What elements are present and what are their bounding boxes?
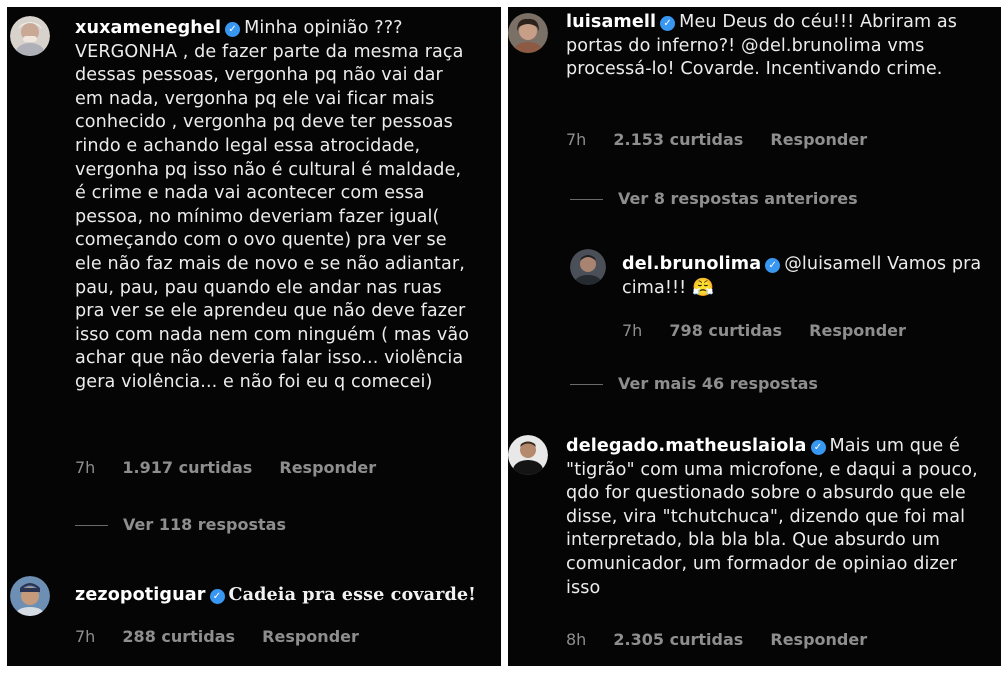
username[interactable]: zezopotiguar — [75, 585, 206, 605]
verified-badge-icon: ✓ — [660, 16, 676, 31]
left-screenshot-panel: xuxameneghel ✓ Minha opinião ??? VERGONHA … — [7, 7, 501, 666]
reply-button[interactable]: Responder — [770, 130, 867, 149]
reply-button[interactable]: Responder — [809, 321, 906, 340]
verified-badge-icon: ✓ — [765, 258, 781, 273]
verified-badge-icon: ✓ — [810, 440, 826, 455]
view-previous-replies-link[interactable]: Ver 8 respostas anteriores — [570, 189, 858, 208]
comment-xuxameneghel: xuxameneghel ✓ Minha opinião ??? VERGONHA … — [7, 7, 501, 497]
avatar[interactable] — [508, 13, 548, 53]
reply-button[interactable]: Responder — [262, 627, 359, 646]
username[interactable]: delegado.matheuslaiola — [566, 436, 807, 456]
avatar[interactable] — [570, 249, 606, 285]
likes-count[interactable]: 2.305 curtidas — [613, 630, 743, 649]
comment-zezopotiguar: zezopotiguar ✓ Cadeia pra esse covarde! 7h… — [7, 567, 501, 666]
verified-badge-icon: ✓ — [225, 22, 241, 37]
likes-count[interactable]: 798 curtidas — [669, 321, 782, 340]
view-replies-label[interactable]: Ver 118 respostas — [123, 515, 286, 534]
comment-text: Minha opinião ??? VERGONHA , de fazer pa… — [75, 18, 470, 392]
comment-time: 7h — [75, 627, 96, 646]
verified-badge-icon: ✓ — [209, 589, 225, 604]
thread-line — [570, 199, 603, 200]
likes-count[interactable]: 1.917 curtidas — [122, 458, 252, 477]
likes-count[interactable]: 2.153 curtidas — [613, 130, 743, 149]
likes-count[interactable]: 288 curtidas — [122, 627, 235, 646]
comment-delegado-matheuslaiola: delegado.matheuslaiola ✓ Mais um que é "ti… — [508, 427, 1001, 666]
username[interactable]: luisamell — [566, 12, 656, 32]
view-more-replies-label[interactable]: Ver mais 46 respostas — [618, 374, 818, 393]
view-replies-link[interactable]: Ver 118 respostas — [75, 515, 286, 534]
username[interactable]: del.brunolima — [622, 254, 761, 274]
view-previous-replies-label[interactable]: Ver 8 respostas anteriores — [618, 189, 858, 208]
avatar[interactable] — [10, 576, 50, 616]
thread-line — [75, 525, 108, 526]
comment-time: 7h — [622, 321, 643, 340]
avatar[interactable] — [508, 435, 548, 475]
comment-time: 7h — [566, 130, 587, 149]
reply-button[interactable]: Responder — [279, 458, 376, 477]
avatar[interactable] — [10, 16, 50, 56]
reply-button[interactable]: Responder — [770, 630, 867, 649]
username[interactable]: xuxameneghel — [75, 18, 221, 38]
thread-line — [570, 384, 603, 385]
comment-luisamell: luisamell ✓ Meu Deus do céu!!! Abriram as … — [508, 7, 1001, 167]
comment-time: 7h — [75, 458, 96, 477]
comment-text: Mais um que é "tigrão" com uma microfone… — [566, 436, 978, 598]
comment-time: 8h — [566, 630, 587, 649]
comment-del-brunolima: del.brunolima ✓ @luisamell Vamos pra cima!… — [508, 243, 1001, 353]
view-more-replies-link[interactable]: Ver mais 46 respostas — [570, 374, 818, 393]
comment-text: Cadeia pra esse covarde! — [228, 584, 476, 605]
right-screenshot-panel: luisamell ✓ Meu Deus do céu!!! Abriram as … — [508, 7, 1001, 666]
